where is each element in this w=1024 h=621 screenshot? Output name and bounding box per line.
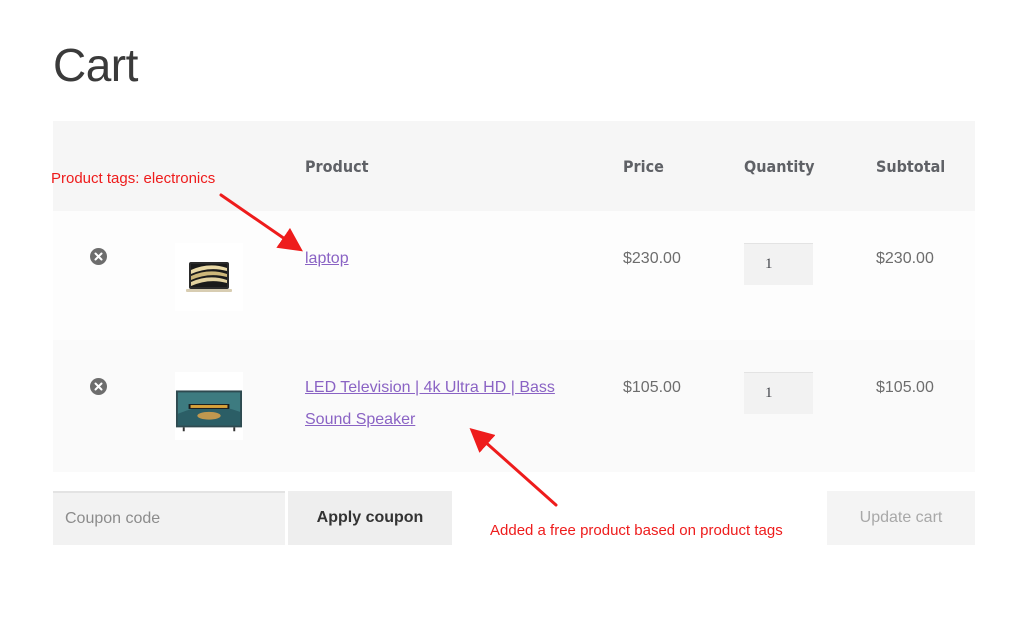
close-icon	[94, 252, 103, 261]
coupon-code-input[interactable]	[53, 491, 285, 545]
quantity-input[interactable]	[744, 372, 813, 414]
header-price: Price	[623, 157, 664, 176]
table-row: laptop $230.00 $230.00	[53, 211, 975, 340]
table-row: LED Television | 4k Ultra HD | Bass Soun…	[53, 340, 975, 472]
remove-item-button[interactable]	[90, 248, 107, 265]
product-subtotal: $105.00	[876, 379, 934, 396]
product-subtotal: $230.00	[876, 250, 934, 267]
product-link[interactable]: LED Television | 4k Ultra HD | Bass Soun…	[305, 372, 555, 436]
quantity-input[interactable]	[744, 243, 813, 285]
update-cart-button[interactable]: Update cart	[827, 491, 975, 545]
header-quantity: Quantity	[744, 157, 815, 176]
close-icon	[94, 382, 103, 391]
product-link[interactable]: laptop	[305, 243, 555, 275]
annotation-free-product: Added a free product based on product ta…	[490, 522, 783, 539]
apply-coupon-button[interactable]: Apply coupon	[288, 491, 452, 545]
remove-item-button[interactable]	[90, 378, 107, 395]
product-price: $230.00	[623, 250, 681, 267]
product-thumbnail[interactable]	[175, 372, 243, 440]
header-product: Product	[305, 157, 369, 176]
page-title: Cart	[53, 39, 138, 91]
television-image	[175, 390, 243, 432]
laptop-image	[186, 262, 232, 292]
annotation-product-tags: Product tags: electronics	[51, 170, 216, 187]
table-header: Product Price Quantity Subtotal	[53, 121, 975, 211]
header-subtotal: Subtotal	[876, 157, 946, 176]
product-price: $105.00	[623, 379, 681, 396]
product-thumbnail[interactable]	[175, 243, 243, 311]
